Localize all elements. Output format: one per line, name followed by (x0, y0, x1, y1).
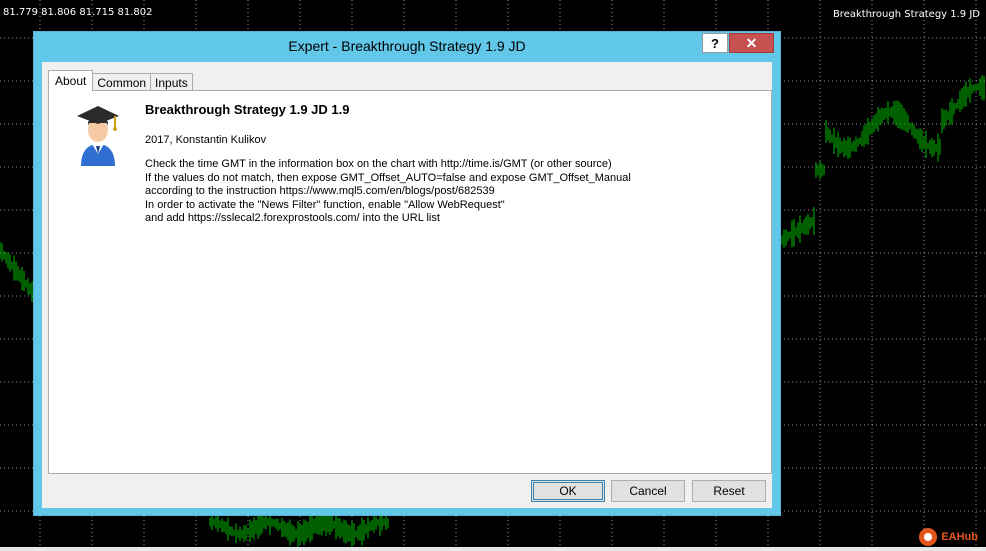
price-readout: 81.779 81.806 81.715 81.802 (3, 7, 153, 18)
help-button[interactable]: ? (702, 33, 728, 53)
tab-common[interactable]: Common (92, 73, 152, 91)
tab-about[interactable]: About (48, 70, 94, 91)
description-line: according to the instruction https://www… (145, 185, 495, 198)
dialog-title-bar[interactable]: Expert - Breakthrough Strategy 1.9 JD ? … (34, 32, 780, 60)
description-line: In order to activate the "News Filter" f… (145, 198, 505, 211)
close-icon: ✕ (745, 34, 758, 51)
watermark: EAHub (919, 527, 978, 547)
dialog-client-area: About Common Inputs Breakthrough Strateg… (42, 62, 772, 508)
dialog-title: Expert - Breakthrough Strategy 1.9 JD (288, 38, 526, 54)
expert-graduate-icon (77, 106, 119, 166)
description-line: Check the time GMT in the information bo… (145, 158, 612, 170)
reset-button[interactable]: Reset (692, 480, 766, 502)
expert-name: Breakthrough Strategy 1.9 JD 1.9 (145, 102, 350, 117)
eahub-logo-icon (919, 528, 938, 546)
expert-author: 2017, Konstantin Kulikov (145, 134, 267, 146)
status-strip (0, 547, 986, 551)
description-line: If the values do not match, then expose … (145, 171, 631, 184)
watermark-text: EAHub (941, 531, 978, 543)
cancel-button[interactable]: Cancel (611, 480, 685, 502)
tab-strip: About Common Inputs (48, 69, 193, 91)
description-line: and add https://sslecal2.forexprostools.… (145, 212, 440, 225)
expert-description: Check the time GMT in the information bo… (145, 158, 631, 226)
chart-expert-label: Breakthrough Strategy 1.9 JD (832, 9, 980, 20)
expert-dialog: Expert - Breakthrough Strategy 1.9 JD ? … (33, 31, 781, 516)
close-button[interactable]: ✕ (729, 33, 774, 53)
ok-button[interactable]: OK (531, 480, 605, 502)
tab-inputs[interactable]: Inputs (150, 73, 193, 91)
about-panel: Breakthrough Strategy 1.9 JD 1.9 2017, K… (48, 90, 772, 474)
